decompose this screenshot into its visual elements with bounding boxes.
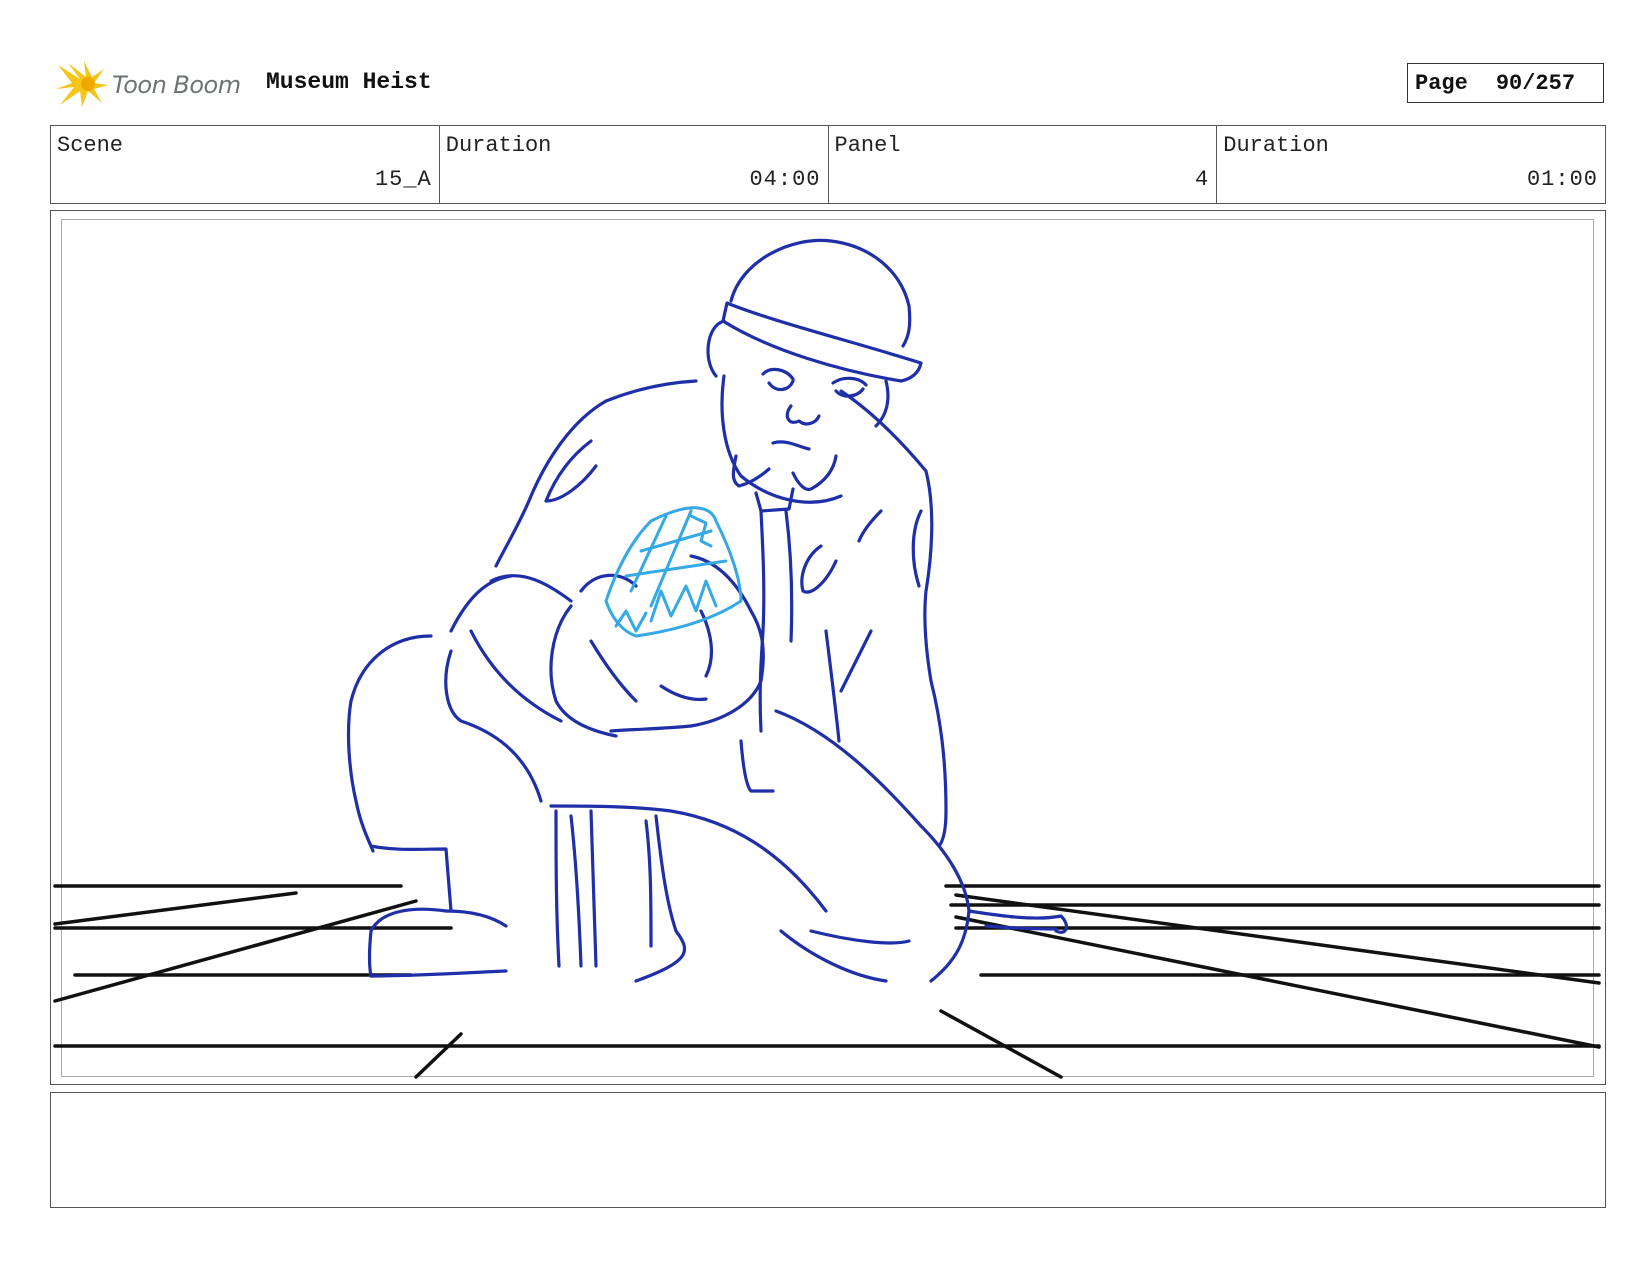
page-label: Page	[1415, 70, 1468, 96]
scene-cell: Scene 15_A	[51, 126, 440, 203]
scene-duration-value: 04:00	[749, 167, 821, 192]
panel-notes[interactable]	[50, 1092, 1606, 1208]
panel-duration-label: Duration	[1223, 133, 1329, 158]
panel-label: Panel	[834, 133, 901, 158]
panel-sketch	[53, 238, 1601, 1079]
page-indicator: Page 90/257	[1407, 63, 1604, 103]
character-sketch	[346, 238, 1069, 983]
panel-duration-cell: Duration 01:00	[1217, 126, 1605, 203]
scene-info-table: Scene 15_A Duration 04:00 Panel 4 Durati…	[50, 125, 1606, 204]
panel-cell: Panel 4	[829, 126, 1218, 203]
scene-label: Scene	[57, 133, 124, 158]
floor-lines	[53, 884, 1601, 1079]
scene-duration-cell: Duration 04:00	[440, 126, 829, 203]
toon-boom-logo: Toon Boom	[54, 59, 254, 107]
scene-value: 15_A	[374, 167, 432, 192]
scene-duration-label: Duration	[445, 133, 552, 158]
page-number: 90/257	[1495, 70, 1576, 96]
project-title: Museum Heist	[266, 69, 432, 95]
panel-duration-value: 01:00	[1526, 167, 1598, 192]
storyboard-header: Toon Boom Museum Heist Page 90/257	[50, 55, 1606, 111]
storyboard-panel	[50, 210, 1606, 1085]
logo-text: Toon Boom	[112, 71, 241, 99]
starburst-icon	[56, 61, 108, 107]
panel-value: 4	[1195, 167, 1210, 192]
